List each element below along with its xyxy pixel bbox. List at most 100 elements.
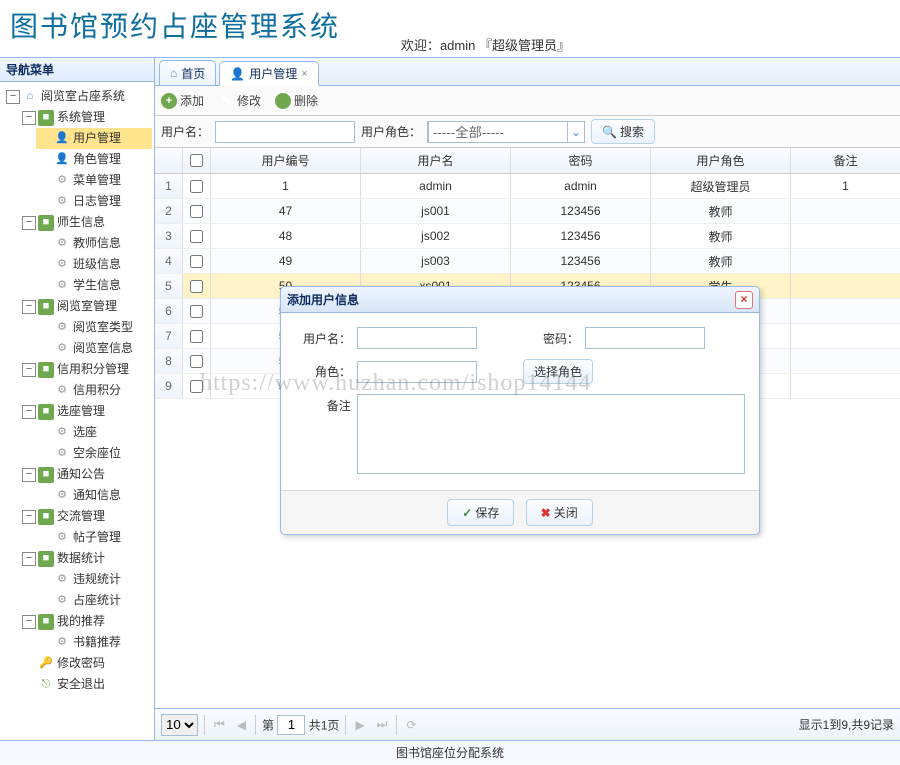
row-checkbox[interactable]: [190, 380, 203, 393]
item-icon: ⚙: [54, 383, 70, 399]
item-icon: ⚙: [54, 236, 70, 252]
app-header: 图书馆预约占座管理系统 欢迎：admin 『超级管理员』: [0, 0, 900, 58]
filter-role-value: [428, 121, 568, 143]
page-input-group: 第 共1页: [262, 715, 339, 735]
table-row[interactable]: 348js002123456教师: [155, 224, 900, 249]
tab[interactable]: 👤用户管理×: [219, 61, 318, 86]
tree-root-node[interactable]: −⌂阅览室占座系统: [4, 86, 152, 107]
add-user-dialog: 添加用户信息 × 用户名： 密码： 角色： 选择角色 备注 ✓保存 ✖关闭: [280, 286, 760, 535]
refresh-button[interactable]: ⟳: [403, 718, 419, 732]
table-row[interactable]: 247js001123456教师: [155, 199, 900, 224]
first-page-button[interactable]: ⏮: [211, 717, 228, 732]
row-checkbox[interactable]: [190, 205, 203, 218]
dialog-title: 添加用户信息: [287, 291, 359, 308]
page-input[interactable]: [277, 715, 305, 735]
filter-role-combo[interactable]: ⌄: [427, 121, 585, 143]
filter-username-input[interactable]: [215, 121, 355, 143]
dlg-password-label: 密码：: [523, 330, 579, 347]
pager: 10 ⏮ ◀ 第 共1页 ▶ ⏭ ⟳ 显示1到9,共9记录: [155, 708, 900, 740]
dlg-password-input[interactable]: [585, 327, 705, 349]
close-icon[interactable]: ×: [735, 291, 753, 309]
tree-group[interactable]: −■通知公告: [20, 464, 152, 485]
tree-item[interactable]: ⚙帖子管理: [36, 527, 152, 548]
tree-item[interactable]: ⚙学生信息: [36, 275, 152, 296]
row-checkbox[interactable]: [190, 180, 203, 193]
close-button[interactable]: ✖关闭: [526, 499, 593, 526]
tab[interactable]: ⌂首页: [159, 60, 216, 85]
row-checkbox[interactable]: [190, 355, 203, 368]
pagesize-select[interactable]: 10: [161, 714, 198, 736]
tree-item[interactable]: ⚙阅览室类型: [36, 317, 152, 338]
tree-item[interactable]: ⚙占座统计: [36, 590, 152, 611]
filter-username-label: 用户名：: [161, 123, 209, 140]
table-row[interactable]: 11adminadmin超级管理员1: [155, 174, 900, 199]
item-icon: ⚙: [54, 593, 70, 609]
tree-item[interactable]: ⚙信用积分: [36, 380, 152, 401]
tree-group[interactable]: −■我的推荐: [20, 611, 152, 632]
tree-item[interactable]: ⚙选座: [36, 422, 152, 443]
item-icon: ⚙: [54, 488, 70, 504]
select-all-checkbox[interactable]: [190, 154, 203, 167]
pager-info: 显示1到9,共9记录: [799, 716, 894, 733]
package-icon: ■: [38, 509, 54, 525]
tree-group[interactable]: −■数据统计: [20, 548, 152, 569]
item-icon: 🔑: [38, 656, 54, 672]
item-icon: ⚙: [54, 530, 70, 546]
tree-item[interactable]: 👤角色管理: [36, 149, 152, 170]
last-page-button[interactable]: ⏭: [374, 717, 391, 732]
sidebar: 导航菜单 −⌂阅览室占座系统−■系统管理👤用户管理👤角色管理⚙菜单管理⚙日志管理…: [0, 58, 155, 740]
tree-group[interactable]: −■师生信息: [20, 212, 152, 233]
tree-item[interactable]: ⎋安全退出: [20, 674, 152, 695]
tree-item[interactable]: ⚙空余座位: [36, 443, 152, 464]
row-checkbox[interactable]: [190, 330, 203, 343]
dlg-role-input[interactable]: [357, 361, 477, 383]
tree-item[interactable]: 👤用户管理: [36, 128, 152, 149]
next-page-button[interactable]: ▶: [352, 718, 367, 732]
dlg-username-input[interactable]: [357, 327, 477, 349]
search-icon: 🔍: [602, 125, 617, 139]
tree-item[interactable]: ⚙阅览室信息: [36, 338, 152, 359]
item-icon: ⚙: [54, 320, 70, 336]
item-icon: ⚙: [54, 341, 70, 357]
tree-item[interactable]: ⚙日志管理: [36, 191, 152, 212]
delete-button[interactable]: 删除: [275, 92, 318, 109]
dlg-remark-textarea[interactable]: [357, 394, 745, 474]
x-icon: ✖: [541, 506, 551, 520]
package-icon: ■: [38, 215, 54, 231]
select-role-button[interactable]: 选择角色: [523, 359, 593, 384]
tree-group[interactable]: −■系统管理: [20, 107, 152, 128]
tree-group[interactable]: −■信用积分管理: [20, 359, 152, 380]
item-icon: ⚙: [54, 278, 70, 294]
tree-item[interactable]: ⚙教师信息: [36, 233, 152, 254]
tree-group[interactable]: −■交流管理: [20, 506, 152, 527]
tab-close-icon[interactable]: ×: [301, 68, 307, 80]
tree-item[interactable]: ⚙书籍推荐: [36, 632, 152, 653]
check-icon: ✓: [462, 506, 472, 520]
dialog-header[interactable]: 添加用户信息 ×: [281, 287, 759, 313]
tree-group[interactable]: −■选座管理: [20, 401, 152, 422]
chevron-down-icon[interactable]: ⌄: [568, 125, 584, 139]
add-button[interactable]: +添加: [161, 92, 204, 109]
edit-button[interactable]: ✎修改: [218, 92, 261, 109]
row-checkbox[interactable]: [190, 305, 203, 318]
row-checkbox[interactable]: [190, 255, 203, 268]
save-button[interactable]: ✓保存: [447, 499, 514, 526]
filter-bar: 用户名： 用户角色： ⌄ 🔍搜索: [155, 116, 900, 148]
tree-item[interactable]: ⚙菜单管理: [36, 170, 152, 191]
tree-item[interactable]: ⚙通知信息: [36, 485, 152, 506]
tree-item[interactable]: ⚙违规统计: [36, 569, 152, 590]
prev-page-button[interactable]: ◀: [234, 718, 249, 732]
row-checkbox[interactable]: [190, 230, 203, 243]
search-button[interactable]: 🔍搜索: [591, 119, 655, 144]
tabs-bar: ⌂首页👤用户管理×: [155, 58, 900, 86]
package-icon: ■: [38, 467, 54, 483]
tree-item[interactable]: 🔑修改密码: [20, 653, 152, 674]
minus-icon: [275, 93, 291, 109]
item-icon: ⚙: [54, 425, 70, 441]
package-icon: ■: [38, 299, 54, 315]
tree-item[interactable]: ⚙班级信息: [36, 254, 152, 275]
table-row[interactable]: 449js003123456教师: [155, 249, 900, 274]
tree-group[interactable]: −■阅览室管理: [20, 296, 152, 317]
row-checkbox[interactable]: [190, 280, 203, 293]
package-icon: ■: [38, 110, 54, 126]
